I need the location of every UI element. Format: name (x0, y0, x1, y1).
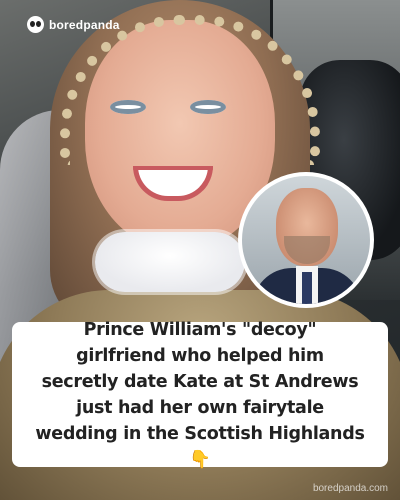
headline-line: just had her own fairytale (35, 395, 364, 421)
headline-card[interactable]: Prince William's "decoy" girlfriend who … (12, 320, 388, 470)
panda-logo-icon (27, 16, 44, 33)
watermark: boredpanda.com (312, 483, 388, 494)
headline-line-text: just had her own fairytale (76, 397, 324, 418)
headline-line: girlfriend who helped him (76, 345, 324, 366)
headline: Prince William's "decoy" girlfriend who … (35, 317, 364, 473)
headline-line: secretly date Kate at St Andrews (41, 371, 359, 392)
headline-line: Prince William's "decoy" (83, 319, 317, 340)
brand-name: boredpanda (49, 17, 120, 32)
pointing-down-hand-icon: 👇 (189, 449, 211, 470)
inset-portrait-prince-william (238, 172, 374, 308)
inset-tie (302, 272, 312, 304)
brand-logo[interactable]: boredpanda (27, 16, 120, 33)
lace-collar (95, 232, 245, 292)
headline-line: wedding in the Scottish Highlands 👇 (35, 421, 364, 473)
headline-line-text: wedding in the Scottish Highlands (35, 423, 365, 444)
